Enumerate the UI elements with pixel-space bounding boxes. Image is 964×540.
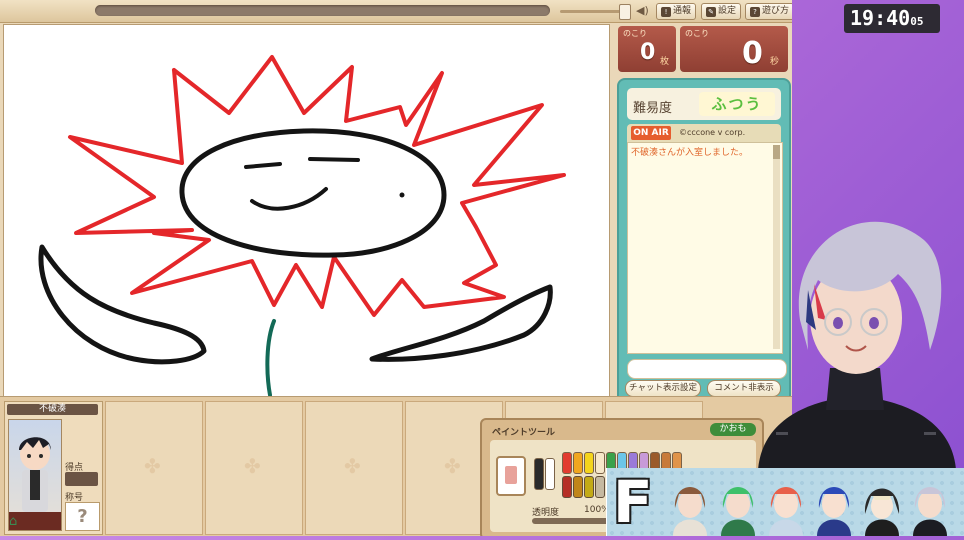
eraser-button[interactable] xyxy=(496,456,526,496)
home-icon[interactable]: ⌂ xyxy=(9,514,17,529)
speaker-icon[interactable]: ◀) xyxy=(636,4,649,17)
left-eye-stroke xyxy=(244,162,282,169)
difficulty-row: 難易度 ふつう xyxy=(627,88,781,120)
color-pen[interactable] xyxy=(584,476,594,498)
help-icon: ? xyxy=(750,7,760,17)
round-progress-bar xyxy=(95,5,550,16)
color-pen[interactable] xyxy=(534,458,544,490)
top-toolbar: ◀) ! 通報 ✎ 設定 ? 遊び方 xyxy=(0,0,792,23)
player-name: 不破湊 xyxy=(7,404,98,415)
member-portrait xyxy=(907,474,953,536)
mouth-stroke xyxy=(250,187,328,211)
onair-bar: ON AIR ©cccone v corp. xyxy=(627,124,781,142)
color-pen[interactable] xyxy=(573,476,583,498)
drawing-canvas[interactable] xyxy=(3,24,610,397)
streamer-avatar xyxy=(748,200,964,470)
red-petals-stroke xyxy=(68,55,566,317)
dot-stroke xyxy=(399,192,405,198)
color-pen[interactable] xyxy=(562,452,572,474)
drawing xyxy=(38,55,566,397)
copyright-text: ©cccone v corp. xyxy=(679,128,746,137)
report-button[interactable]: ! 通報 xyxy=(656,3,697,20)
streamer-avatar-image xyxy=(758,221,956,470)
stream-clock: 19:4005 xyxy=(844,4,940,33)
chat-display-settings-button[interactable]: チャット表示設定 xyxy=(625,380,701,397)
right-leaf-stroke xyxy=(369,284,553,362)
player-card[interactable]: 不破湊 得点 称号 ? ⌂ xyxy=(4,401,103,535)
color-pen[interactable] xyxy=(595,452,605,474)
stem-stroke xyxy=(265,319,276,397)
settings-button[interactable]: ✎ 設定 xyxy=(701,3,742,20)
team-letter: F xyxy=(613,468,653,536)
empty-player-slot xyxy=(105,401,203,535)
onair-badge: ON AIR xyxy=(631,126,671,140)
wrench-icon: ✎ xyxy=(706,7,716,17)
report-icon: ! xyxy=(661,7,671,17)
color-pen[interactable] xyxy=(573,452,583,474)
color-pen[interactable] xyxy=(584,452,594,474)
game-window: ◀) ! 通報 ✎ 設定 ? 遊び方 のこり 0 枚 のこり 0 秒 難易度 ふ… xyxy=(0,0,792,536)
color-pen[interactable] xyxy=(545,458,555,490)
player-title-badge: ? xyxy=(65,502,100,531)
color-pen[interactable] xyxy=(595,476,605,498)
left-leaf-stroke xyxy=(38,244,207,365)
opacity-slider[interactable] xyxy=(532,518,616,524)
how-to-play-button[interactable]: ? 遊び方 xyxy=(745,3,792,20)
face-outline-stroke xyxy=(179,128,447,258)
right-eye-stroke xyxy=(308,157,360,162)
team-banner: F xyxy=(606,468,964,536)
volume-slider[interactable] xyxy=(560,10,626,13)
member-portrait xyxy=(763,474,809,536)
player-score-box xyxy=(65,472,98,486)
remaining-cards-counter: のこり 0 枚 xyxy=(618,26,676,72)
remaining-seconds-counter: のこり 0 秒 xyxy=(680,26,788,72)
member-portrait xyxy=(811,474,857,536)
member-portrait xyxy=(715,474,761,536)
empty-player-slot xyxy=(305,401,403,535)
volume-slider-knob[interactable] xyxy=(619,4,631,20)
empty-player-slot xyxy=(205,401,303,535)
color-pen[interactable] xyxy=(562,476,572,498)
chat-message: 不破湊さんが入室しました。 xyxy=(631,148,749,158)
paint-tool-title: ペイントツール xyxy=(492,428,556,438)
member-portrait xyxy=(667,474,713,536)
difficulty-value: ふつう xyxy=(699,92,775,116)
member-portrait xyxy=(859,474,905,536)
